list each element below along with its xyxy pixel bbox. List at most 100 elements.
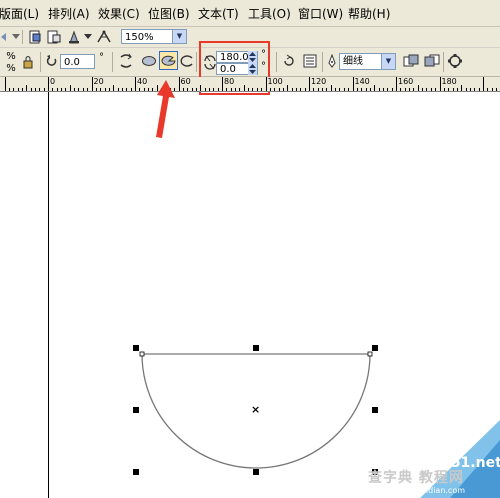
ruler-tick [217,88,219,91]
arc-mode-icon[interactable] [179,52,195,70]
wrap-text-icon[interactable] [302,52,318,70]
ruler-tick [374,85,376,91]
selection-handle-top-left[interactable] [133,345,139,351]
ruler-tick [469,88,471,91]
ruler-tick [69,85,71,91]
selection-handle-bottom-left[interactable] [133,469,139,475]
change-direction-icon[interactable] [281,52,297,70]
selection-handle-middle-left[interactable] [133,407,139,413]
ruler-tick [387,88,389,91]
ruler-tick [391,88,393,91]
ruler-tick [187,88,189,91]
ellipse-mode-icon[interactable] [140,52,158,70]
lock-ratio-icon[interactable] [20,54,36,70]
rotation-degree-symbol: ° [99,52,104,63]
ruler-tick [239,88,241,91]
property-bar: % % 0.0 ° 180.0 0.0 ° ° 细线 ▼ [0,41,500,95]
ruler-label: 180 [441,77,457,86]
toolbar-separator [22,30,23,44]
selection-handle-top-middle[interactable] [253,345,259,351]
application-launcher-icon[interactable] [66,29,82,45]
toolbar-separator [112,52,113,72]
rotation-icon [46,54,58,68]
menu-effects[interactable]: 效果(C) [98,5,140,22]
ruler-tick [191,88,193,91]
ruler-tick [326,88,328,91]
ruler-tick [313,88,315,91]
ruler-tick [295,88,297,91]
ruler-tick [409,88,411,91]
ruler-tick [13,88,15,91]
dropdown-arrow-icon[interactable] [12,32,20,42]
corel-online-icon[interactable] [96,29,112,45]
menu-bitmaps[interactable]: 位图(B) [148,5,190,22]
ruler-tick [252,88,254,91]
ruler-tick [322,88,324,91]
ruler-tick [352,77,354,91]
outline-width-select[interactable]: 细线 ▼ [339,53,396,70]
export-icon[interactable] [46,29,62,45]
outline-pen-icon [326,53,338,69]
ruler-tick [465,88,467,91]
end-node-handle[interactable] [367,351,373,357]
toolbar-separator [196,52,197,72]
ruler-tick [135,77,136,91]
ruler-tick [208,88,210,91]
mirror-icon[interactable] [117,52,135,70]
ruler-tick [222,77,223,91]
ruler-label: 20 [93,77,104,86]
ruler-tick [265,77,267,91]
ruler-tick [343,88,345,91]
ruler-tick [100,88,102,91]
toolbar-separator [443,52,444,72]
ruler-tick [17,88,19,91]
zoom-dropdown-arrow-icon[interactable]: ▼ [172,30,186,43]
ruler-tick [335,88,337,91]
ruler-tick [104,88,106,91]
menu-arrange[interactable]: 排列(A) [48,5,90,22]
ruler-tick [195,88,197,91]
ruler-tick [452,88,454,91]
ruler-tick [309,77,310,91]
ruler-tick [117,88,119,91]
watermark-title: 查字典 教程网 [368,470,464,486]
ruler-tick [52,88,54,91]
ruler-tick [278,88,280,91]
zoom-level-select[interactable]: 150% ▼ [121,29,187,44]
rotation-angle-input[interactable]: 0.0 [60,54,95,69]
ruler-label: 120 [311,77,327,86]
ruler-tick [4,77,6,91]
ruler-tick [21,88,23,91]
ruler-tick [56,88,58,91]
outline-width-dropdown-icon[interactable]: ▼ [381,54,395,69]
menu-window[interactable]: 窗口(W) [298,5,343,22]
ruler-tick [396,77,397,91]
pie-mode-button[interactable] [159,51,178,70]
center-marker[interactable]: × [251,403,260,416]
ruler-tick [30,88,32,91]
selection-handle-bottom-middle[interactable] [253,469,259,475]
selection-handle-middle-right[interactable] [372,407,378,413]
menu-help[interactable]: 帮助(H) [348,5,390,22]
menu-layout[interactable]: 版面(L) [0,5,39,22]
undo-dropdown-icon[interactable] [0,30,10,44]
ruler-tick [330,85,332,91]
scale-y-percent-icon: % [6,62,16,74]
menu-tools[interactable]: 工具(O) [248,5,291,22]
pie-icon [161,55,176,66]
ruler-tick [361,88,363,91]
to-back-icon[interactable] [423,52,441,70]
start-node-handle[interactable] [139,351,145,357]
menu-text[interactable]: 文本(T) [198,5,239,22]
ruler-tick [348,88,350,91]
convert-to-curves-icon[interactable] [446,52,464,70]
to-front-icon[interactable] [402,52,420,70]
ruler-tick [65,88,67,91]
toolbar-separator [276,52,277,72]
ruler-tick [291,88,293,91]
ruler-tick [182,88,184,91]
selection-handle-top-right[interactable] [372,345,378,351]
launcher-dropdown-icon[interactable] [84,32,92,42]
ruler-tick [404,88,406,91]
import-icon[interactable] [27,29,43,45]
